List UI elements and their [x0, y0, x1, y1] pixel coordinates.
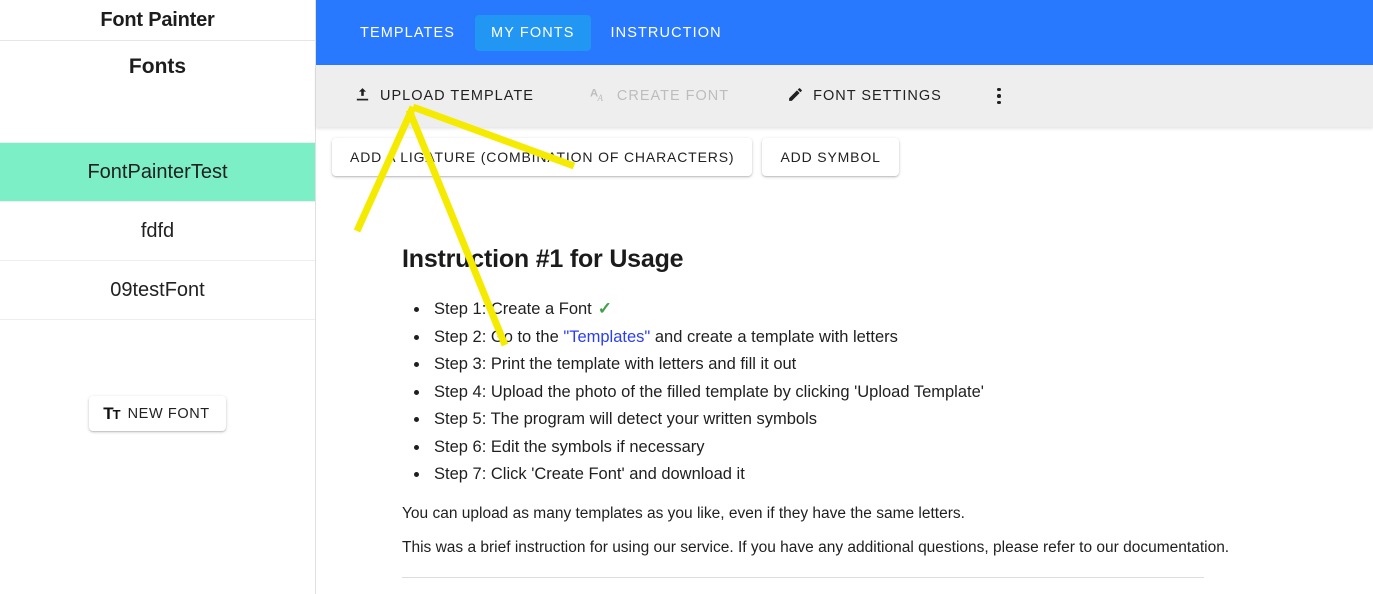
text-format-icon: TT	[103, 404, 120, 423]
step-text-pre: Step 2: Go to the	[434, 327, 564, 346]
step-text: Step 7: Click 'Create Font' and download…	[434, 465, 745, 483]
check-icon: ✓	[597, 299, 613, 318]
step-text: Step 1: Create a Font	[434, 300, 592, 318]
app-window: Font Painter Fonts FontPainterTest fdfd …	[0, 0, 1373, 594]
kebab-dot	[997, 94, 1001, 98]
fonts-section-header: Fonts	[0, 41, 315, 143]
list-item: Step 6: Edit the symbols if necessary	[430, 437, 1373, 456]
create-font-button[interactable]: A A CREATE FONT	[576, 77, 743, 115]
font-settings-label: FONT SETTINGS	[813, 88, 942, 104]
upload-template-button[interactable]: UPLOAD TEMPLATE	[340, 78, 548, 115]
list-item: Step 4: Upload the photo of the filled t…	[430, 382, 1373, 401]
top-navigation-bar: TEMPLATES MY FONTS INSTRUCTION	[316, 0, 1373, 65]
add-symbol-button[interactable]: ADD SYMBOL	[762, 138, 899, 176]
list-item: Step 5: The program will detect your wri…	[430, 411, 1373, 428]
step-text-post: and create a template with letters	[650, 327, 898, 346]
step-text: Step 6: Edit the symbols if necessary	[434, 437, 705, 456]
content-divider	[402, 576, 1204, 578]
instruction-step-list: Step 1: Create a Font ✓ Step 2: Go to the…	[402, 300, 1373, 483]
list-item: Step 2: Go to the "Templates" and create…	[430, 327, 1373, 346]
step-text: Step 5: The program will detect your wri…	[434, 410, 818, 428]
app-title: Font Painter	[0, 0, 315, 41]
create-font-label: CREATE FONT	[616, 88, 730, 104]
more-vertical-icon[interactable]	[984, 79, 1014, 113]
svg-text:A: A	[596, 93, 603, 103]
step-text: Step 4: Upload the photo of the filled t…	[434, 382, 984, 401]
upload-template-label: UPLOAD TEMPLATE	[380, 88, 534, 104]
secondary-toolbar: ADD A LIGATURE (COMBINATION OF CHARACTER…	[316, 127, 1373, 187]
list-item: Step 3: Print the template with letters …	[430, 356, 1373, 373]
add-ligature-button[interactable]: ADD A LIGATURE (COMBINATION OF CHARACTER…	[332, 138, 753, 176]
font-item-label: FontPainterTest	[87, 160, 228, 183]
instruction-content: Instruction #1 for Usage Step 1: Create …	[316, 187, 1373, 578]
step-text: Step 3: Print the template with letters …	[434, 355, 797, 373]
main-panel: TEMPLATES MY FONTS INSTRUCTION UPLOAD TE…	[316, 0, 1373, 594]
list-item: Step 1: Create a Font ✓	[430, 300, 1373, 318]
new-font-button-container: TT NEW FONT	[0, 396, 315, 431]
tab-templates[interactable]: TEMPLATES	[344, 15, 471, 51]
pencil-icon	[787, 86, 804, 107]
tab-instruction[interactable]: INSTRUCTION	[595, 15, 738, 51]
tab-my-fonts[interactable]: MY FONTS	[475, 14, 591, 51]
sidebar-font-item-2[interactable]: 09testFont	[0, 261, 315, 320]
kebab-dot	[997, 87, 1001, 92]
paragraph-closing-note: This was a brief instruction for using o…	[402, 538, 1230, 556]
upload-icon	[354, 86, 371, 107]
new-font-button[interactable]: TT NEW FONT	[89, 396, 226, 431]
list-item: Step 7: Click 'Create Font' and download…	[430, 466, 1373, 483]
sidebar-font-item-1[interactable]: fdfd	[0, 202, 315, 261]
font-download-icon: A A	[590, 85, 608, 107]
paragraph-upload-note: You can upload as many templates as you …	[402, 504, 965, 522]
sidebar: Font Painter Fonts FontPainterTest fdfd …	[0, 0, 316, 594]
action-toolbar: UPLOAD TEMPLATE A A CREATE FONT FONT SET…	[316, 65, 1373, 127]
page-title: Instruction #1 for Usage	[402, 245, 684, 273]
font-settings-button[interactable]: FONT SETTINGS	[773, 78, 956, 115]
new-font-button-label: NEW FONT	[127, 405, 210, 422]
font-item-label: 09testFont	[110, 278, 205, 301]
kebab-dot	[997, 100, 1001, 105]
templates-link[interactable]: "Templates"	[563, 328, 650, 346]
font-item-label: fdfd	[140, 219, 175, 242]
sidebar-font-item-0[interactable]: FontPainterTest	[0, 143, 315, 202]
